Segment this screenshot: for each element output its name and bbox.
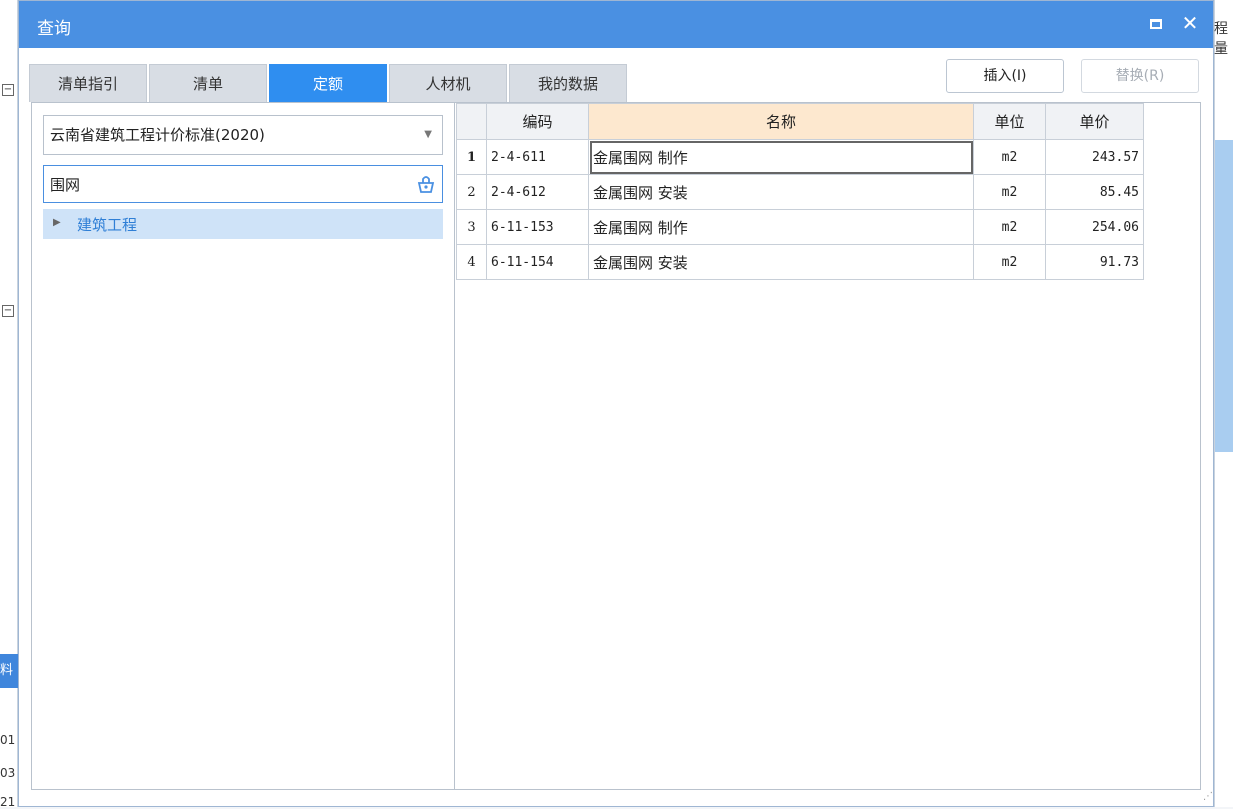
caret-right-icon[interactable]: ▶ xyxy=(53,217,61,228)
table-row[interactable]: 4 6-11-154 金属围网 安装 m2 91.73 xyxy=(456,244,1144,280)
search-filter-icon[interactable] xyxy=(416,174,436,194)
background-code: 01 xyxy=(0,733,16,747)
header-unit[interactable]: 单位 xyxy=(973,103,1046,140)
row-name[interactable]: 金属围网 制作 xyxy=(588,139,974,175)
tree-item-building[interactable]: ▶ 建筑工程 xyxy=(43,209,443,239)
row-price[interactable]: 254.06 xyxy=(1045,209,1144,245)
left-pane: 云南省建筑工程计价标准(2020) ▼ ▶ 建筑工程 xyxy=(32,103,455,789)
table-row[interactable]: 3 6-11-153 金属围网 制作 m2 254.06 xyxy=(456,209,1144,245)
row-name[interactable]: 金属围网 安装 xyxy=(588,244,974,280)
row-unit[interactable]: m2 xyxy=(973,244,1046,280)
background-tab: 料 xyxy=(0,654,18,688)
tab-list[interactable]: 清单 xyxy=(149,64,267,102)
search-input[interactable] xyxy=(44,166,404,202)
row-code[interactable]: 6-11-153 xyxy=(486,209,589,245)
row-index: 2 xyxy=(456,174,487,210)
header-name[interactable]: 名称 xyxy=(588,103,974,140)
dialog-title: 查询 xyxy=(37,19,71,39)
tree-item-label: 建筑工程 xyxy=(77,216,138,234)
close-button[interactable]: ✕ xyxy=(1179,12,1201,34)
row-index: 1 xyxy=(456,139,487,175)
maximize-button[interactable] xyxy=(1147,15,1165,33)
content-frame: 云南省建筑工程计价标准(2020) ▼ ▶ 建筑工程 xyxy=(31,102,1201,790)
row-price[interactable]: 91.73 xyxy=(1045,244,1144,280)
row-price[interactable]: 243.57 xyxy=(1045,139,1144,175)
background-code: 03 xyxy=(0,766,16,780)
table-row[interactable]: 2 2-4-612 金属围网 安装 m2 85.45 xyxy=(456,174,1144,210)
chevron-down-icon: ▼ xyxy=(424,129,432,140)
tab-my-data[interactable]: 我的数据 xyxy=(509,64,627,102)
row-unit[interactable]: m2 xyxy=(973,139,1046,175)
collapse-icon: − xyxy=(2,305,14,317)
row-price[interactable]: 85.45 xyxy=(1045,174,1144,210)
row-unit[interactable]: m2 xyxy=(973,209,1046,245)
tab-labor-material-machine[interactable]: 人材机 xyxy=(389,64,507,102)
table-row[interactable]: 1 2-4-611 金属围网 制作 m2 243.57 xyxy=(456,139,1144,175)
header-index xyxy=(456,103,487,140)
standard-select-value: 云南省建筑工程计价标准(2020) xyxy=(50,126,265,144)
header-price[interactable]: 单价 xyxy=(1045,103,1144,140)
row-unit[interactable]: m2 xyxy=(973,174,1046,210)
search-field[interactable] xyxy=(43,165,443,203)
resize-grip-icon[interactable]: ⋰ xyxy=(1203,791,1213,802)
replace-button[interactable]: 替换(R) xyxy=(1081,59,1199,93)
results-pane: 编码 名称 单位 单价 1 2-4-611 金属围网 制作 m2 243.57 xyxy=(456,103,1200,789)
results-table: 编码 名称 单位 单价 1 2-4-611 金属围网 制作 m2 243.57 xyxy=(456,103,1144,280)
maximize-icon xyxy=(1150,19,1162,29)
row-name[interactable]: 金属围网 安装 xyxy=(588,174,974,210)
tab-list-guide[interactable]: 清单指引 xyxy=(29,64,147,102)
background-header-text: 程量 xyxy=(1214,21,1228,57)
dialog-titlebar[interactable]: 查询 ✕ xyxy=(19,1,1213,48)
tab-quota[interactable]: 定额 xyxy=(269,64,387,102)
collapse-icon: − xyxy=(2,84,14,96)
close-icon: ✕ xyxy=(1181,11,1199,35)
row-name[interactable]: 金属围网 制作 xyxy=(588,209,974,245)
row-index: 4 xyxy=(456,244,487,280)
row-index: 3 xyxy=(456,209,487,245)
row-code[interactable]: 2-4-612 xyxy=(486,174,589,210)
row-code[interactable]: 6-11-154 xyxy=(486,244,589,280)
table-header-row: 编码 名称 单位 单价 xyxy=(456,103,1144,140)
standard-select[interactable]: 云南省建筑工程计价标准(2020) ▼ xyxy=(43,115,443,155)
background-selection xyxy=(1215,140,1233,452)
query-dialog: 查询 ✕ 清单指引 清单 定额 人材机 我的数据 插入(I) 替换(R) 云南省… xyxy=(18,0,1214,807)
header-code[interactable]: 编码 xyxy=(486,103,589,140)
row-code[interactable]: 2-4-611 xyxy=(486,139,589,175)
insert-button[interactable]: 插入(I) xyxy=(946,59,1064,93)
